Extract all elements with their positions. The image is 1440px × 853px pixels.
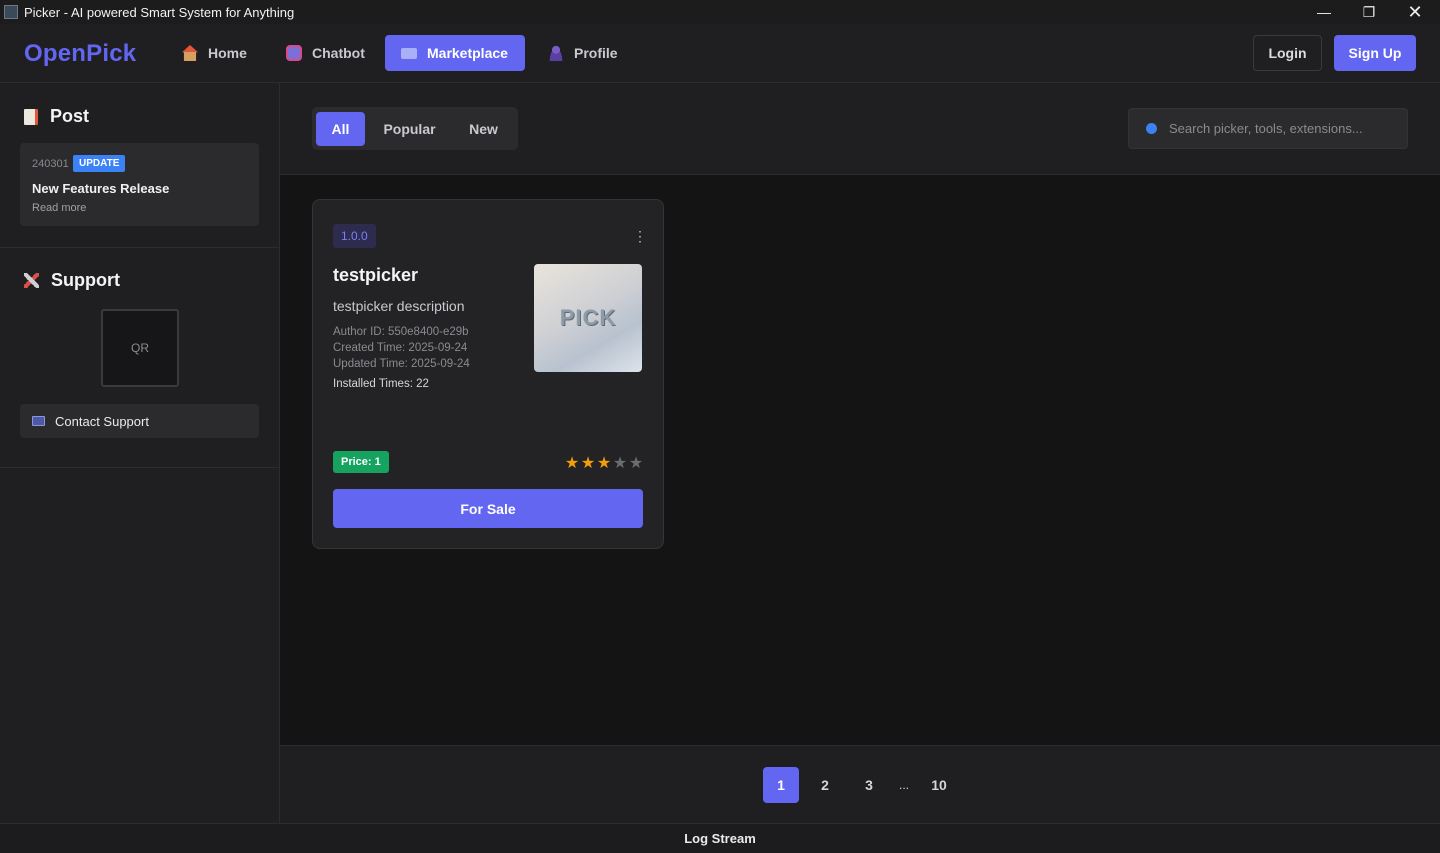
qr-code: QR: [101, 309, 179, 387]
login-button[interactable]: Login: [1253, 35, 1322, 71]
document-icon: [24, 108, 38, 125]
tab-popular[interactable]: Popular: [372, 112, 447, 146]
search-box[interactable]: [1128, 108, 1408, 149]
window-titlebar: Picker - AI powered Smart System for Any…: [0, 0, 1440, 24]
more-options-icon[interactable]: ⋮: [633, 228, 647, 245]
page-10-button[interactable]: 10: [921, 767, 957, 803]
sidebar-divider: [0, 467, 279, 468]
sidebar: Post 240301 UPDATE New Features Release …: [0, 83, 280, 823]
star-icon: ★: [628, 455, 644, 472]
version-badge: 1.0.0: [333, 224, 376, 248]
nav-home-label: Home: [208, 45, 247, 61]
read-more-link[interactable]: Read more: [32, 202, 86, 214]
nav-chatbot-label: Chatbot: [312, 45, 365, 61]
star-icon: ★: [564, 455, 580, 472]
support-heading: Support: [24, 270, 120, 291]
post-date: 240301: [32, 158, 69, 170]
page-3-button[interactable]: 3: [851, 767, 887, 803]
tools-icon: [24, 273, 39, 288]
mail-icon: [32, 416, 45, 426]
contact-support-label: Contact Support: [55, 413, 149, 429]
window-title: Picker - AI powered Smart System for Any…: [24, 4, 295, 20]
sidebar-divider: [0, 247, 279, 248]
star-icon: ★: [580, 455, 596, 472]
close-icon[interactable]: ✕: [1392, 0, 1438, 24]
post-heading-label: Post: [50, 106, 90, 126]
picker-card[interactable]: 1.0.0 ⋮ testpicker testpicker descriptio…: [312, 199, 664, 549]
thumbnail-text: PICK: [559, 305, 617, 330]
post-title: New Features Release: [32, 181, 170, 196]
nav-marketplace-label: Marketplace: [427, 45, 508, 61]
app-logo[interactable]: OpenPick: [24, 40, 136, 68]
page-1-button[interactable]: 1: [763, 767, 799, 803]
for-sale-button[interactable]: For Sale: [333, 489, 643, 528]
nav-home[interactable]: Home: [166, 35, 263, 71]
post-badge: UPDATE: [73, 155, 126, 172]
search-input[interactable]: [1169, 121, 1389, 136]
star-rating: ★ ★ ★ ★ ★: [564, 453, 644, 473]
robot-icon: [286, 45, 302, 61]
contact-support-button[interactable]: Contact Support: [20, 404, 259, 438]
page-2-button[interactable]: 2: [807, 767, 843, 803]
star-icon: ★: [612, 455, 628, 472]
search-icon: [1146, 123, 1157, 134]
keyboard-icon: [401, 47, 417, 59]
page-ellipsis: ...: [898, 778, 909, 792]
picker-name: testpicker: [333, 265, 419, 285]
tab-new[interactable]: New: [455, 112, 512, 146]
post-heading: Post: [24, 106, 89, 127]
filter-tabs: All Popular New: [312, 107, 518, 150]
author-id: Author ID: 550e8400-e29b: [333, 326, 469, 338]
top-navbar: OpenPick Home Chatbot Marketplace Profil…: [0, 24, 1440, 83]
user-icon: [548, 45, 564, 61]
marketplace-grid: 1.0.0 ⋮ testpicker testpicker descriptio…: [280, 175, 1440, 745]
nav-profile-label: Profile: [574, 45, 618, 61]
updated-time: Updated Time: 2025-09-24: [333, 358, 470, 370]
created-time: Created Time: 2025-09-24: [333, 342, 468, 354]
nav-marketplace[interactable]: Marketplace: [385, 35, 525, 71]
pagination: 1 2 3 ... 10: [280, 745, 1440, 823]
post-card[interactable]: 240301 UPDATE New Features Release Read …: [20, 143, 259, 226]
nav-chatbot[interactable]: Chatbot: [270, 35, 381, 71]
star-icon: ★: [596, 455, 612, 472]
support-heading-label: Support: [51, 270, 120, 290]
price-badge: Price: 1: [333, 451, 389, 473]
restore-icon[interactable]: ❐: [1346, 0, 1392, 24]
log-stream-bar[interactable]: Log Stream: [0, 823, 1440, 853]
picker-thumbnail: PICK: [534, 264, 642, 372]
app-icon: [4, 5, 18, 19]
home-icon: [182, 45, 198, 61]
nav-profile[interactable]: Profile: [532, 35, 634, 71]
filter-toolbar: All Popular New: [280, 83, 1440, 175]
picker-description: testpicker description: [333, 298, 465, 314]
installed-times: Installed Times: 22: [333, 378, 429, 390]
signup-button[interactable]: Sign Up: [1334, 35, 1416, 71]
minimize-icon[interactable]: —: [1301, 0, 1347, 24]
tab-all[interactable]: All: [316, 112, 365, 146]
